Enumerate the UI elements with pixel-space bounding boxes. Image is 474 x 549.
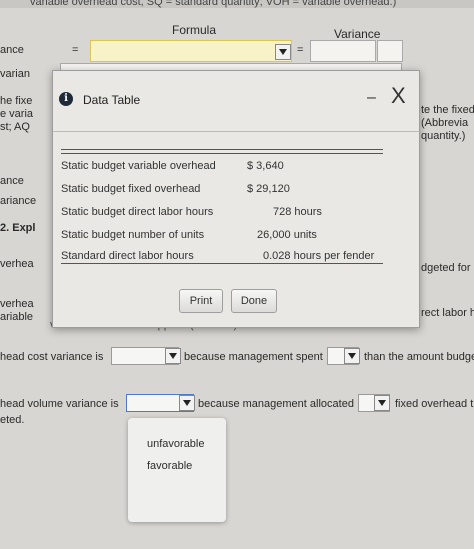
equals-sign: = bbox=[297, 44, 304, 56]
table-row: Static budget variable overhead $ 3,640 bbox=[61, 157, 383, 177]
header-note: variable overhead cost, SQ = standard qu… bbox=[30, 0, 397, 8]
table-bottom-rule bbox=[61, 263, 383, 264]
variance-header: Variance bbox=[334, 27, 381, 41]
variance-type-input[interactable] bbox=[377, 40, 403, 62]
table-top-rule-2 bbox=[61, 153, 383, 154]
title-divider bbox=[53, 131, 419, 132]
row-label: Static budget number of units bbox=[61, 229, 205, 241]
table-top-rule bbox=[61, 149, 383, 150]
right-note: te the fixed bbox=[421, 104, 474, 116]
chevron-down-icon[interactable] bbox=[344, 348, 360, 364]
right-note: (Abbrevia bbox=[421, 117, 469, 129]
sentence-2-start: head volume variance is bbox=[0, 398, 119, 410]
done-button[interactable]: Done bbox=[231, 289, 277, 313]
row-label: he fixe bbox=[0, 95, 33, 107]
row-label: Static budget variable overhead bbox=[61, 160, 216, 172]
sentence-1-mid: because management spent bbox=[184, 351, 323, 363]
sentence-2-end: fixed overhead t bbox=[395, 398, 474, 410]
chevron-down-icon[interactable] bbox=[179, 395, 195, 411]
sentence-1-start: head cost variance is bbox=[0, 351, 104, 363]
formula-header: Formula bbox=[172, 23, 217, 37]
sentence-2-mid: because management allocated bbox=[198, 398, 354, 410]
row-label: varian bbox=[0, 68, 30, 80]
row-label: ariance bbox=[0, 195, 37, 207]
row-label: Standard direct labor hours bbox=[61, 250, 194, 262]
sentence-2-cont: eted. bbox=[0, 414, 25, 426]
equals-sign: = bbox=[72, 44, 79, 56]
row-label: ance bbox=[0, 175, 24, 187]
dropdown-option-unfavorable[interactable]: unfavorable bbox=[147, 438, 205, 450]
right-note: dgeted for bbox=[421, 262, 471, 274]
row-label: ance bbox=[0, 44, 24, 56]
row-label: verhea bbox=[0, 258, 34, 270]
chevron-down-icon[interactable] bbox=[275, 44, 291, 60]
right-note: quantity.) bbox=[421, 130, 466, 142]
chevron-down-icon[interactable] bbox=[374, 395, 390, 411]
row-value: 0.028 hours per fender bbox=[263, 250, 375, 262]
row-label: st; AQ bbox=[0, 121, 30, 133]
table-row: Static budget number of units 26,000 uni… bbox=[61, 226, 383, 246]
close-button[interactable]: X bbox=[391, 83, 406, 109]
row-value: 26,000 units bbox=[257, 229, 317, 241]
row-label: Static budget fixed overhead bbox=[61, 183, 201, 195]
info-icon: i bbox=[59, 92, 73, 106]
table-row: Static budget direct labor hours 728 hou… bbox=[61, 203, 383, 223]
variance-dropdown-menu: unfavorable favorable bbox=[128, 418, 226, 522]
row-value: 728 hours bbox=[273, 206, 322, 218]
chevron-down-icon[interactable] bbox=[165, 348, 181, 364]
row-label: ariable bbox=[0, 311, 34, 323]
row-label: 2. Expl bbox=[0, 222, 36, 234]
row-value: $ 29,120 bbox=[247, 183, 290, 195]
minimize-button[interactable]: – bbox=[367, 89, 376, 107]
formula-select[interactable] bbox=[90, 40, 292, 62]
table-row: Standard direct labor hours 0.028 hours … bbox=[61, 247, 383, 267]
dropdown-option-favorable[interactable]: favorable bbox=[147, 460, 192, 472]
variance-amount-input[interactable] bbox=[310, 40, 376, 62]
row-label: Static budget direct labor hours bbox=[61, 206, 214, 218]
table-row: Static budget fixed overhead $ 29,120 bbox=[61, 180, 383, 200]
row-value: $ 3,640 bbox=[247, 160, 284, 172]
data-table-dialog: i Data Table – X Static budget variable … bbox=[52, 70, 420, 328]
dialog-title: Data Table bbox=[83, 93, 141, 107]
row-label: e varia bbox=[0, 108, 34, 120]
row-label: verhea bbox=[0, 298, 34, 310]
right-note: rect labor ho bbox=[421, 307, 474, 319]
print-button[interactable]: Print bbox=[179, 289, 223, 313]
sentence-1-end: than the amount budge bbox=[364, 351, 474, 363]
